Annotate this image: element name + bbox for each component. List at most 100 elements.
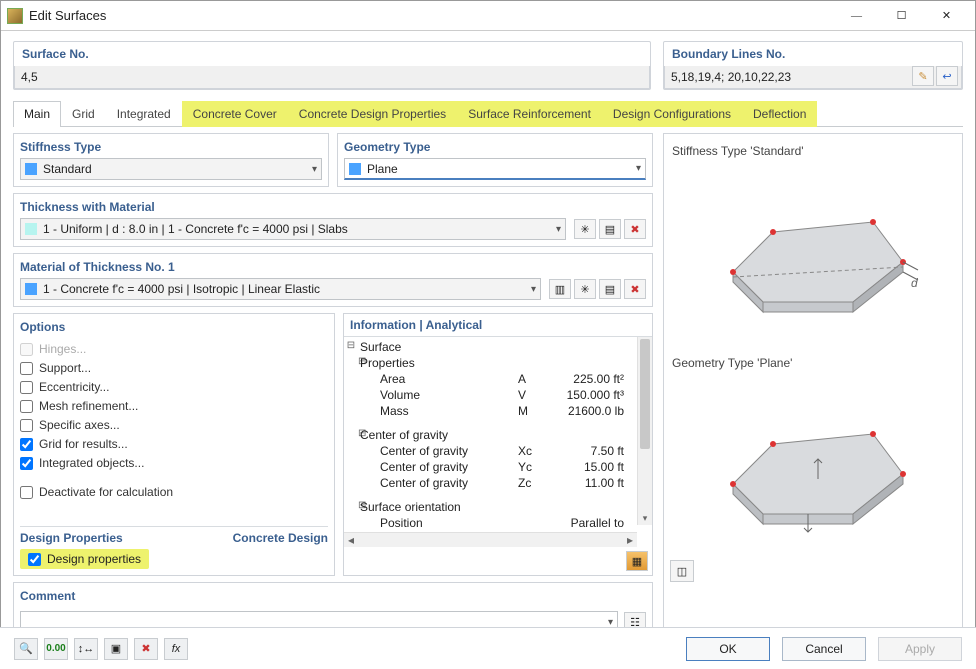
material-swatch-icon — [25, 283, 37, 295]
units-icon[interactable]: 0.00 — [44, 638, 68, 660]
revert-icon[interactable]: ↩ — [936, 66, 958, 86]
info-label: Area — [378, 372, 518, 386]
library-icon[interactable]: ▤ — [599, 219, 621, 239]
preview-settings-icon[interactable]: ◫ — [670, 560, 694, 582]
info-row[interactable]: ⊟Surface orientation — [344, 499, 652, 515]
info-row[interactable]: ⊟Surface — [344, 339, 652, 355]
option-label: Mesh refinement... — [39, 399, 138, 413]
tab-deflection[interactable]: Deflection — [742, 101, 817, 127]
geometry-box: Geometry Type Plane ▾ — [337, 133, 653, 187]
option-checkbox[interactable] — [20, 362, 33, 375]
info-row[interactable]: Center of gravityYc15.00 ft — [344, 459, 652, 475]
tab-grid[interactable]: Grid — [61, 101, 106, 127]
function-icon[interactable]: fx — [164, 638, 188, 660]
info-label: Center of gravity — [358, 428, 518, 442]
material-thickness-box: Material of Thickness No. 1 1 - Concrete… — [13, 253, 653, 307]
tab-surface-reinforcement[interactable]: Surface Reinforcement — [457, 101, 602, 127]
app-icon — [7, 8, 23, 24]
tab-main[interactable]: Main — [13, 101, 61, 127]
option-checkbox[interactable] — [20, 419, 33, 432]
table-icon[interactable]: ▦ — [626, 551, 648, 571]
option-mesh-refinement[interactable]: Mesh refinement... — [20, 399, 328, 413]
geometry-value: Plane — [367, 162, 636, 176]
tab-concrete-design-properties[interactable]: Concrete Design Properties — [288, 101, 457, 127]
geometry-dropdown[interactable]: Plane ▾ — [344, 158, 646, 180]
horizontal-scrollbar[interactable]: ◂▸ — [344, 532, 637, 547]
delete-icon[interactable]: ✖ — [624, 279, 646, 299]
info-row[interactable]: AreaA225.00 ft² — [344, 371, 652, 387]
option-checkbox[interactable] — [20, 438, 33, 451]
option-eccentricity[interactable]: Eccentricity... — [20, 380, 328, 394]
info-value: 150.000 ft³ — [558, 388, 644, 402]
preview-geometry-label: Geometry Type 'Plane' — [670, 352, 956, 374]
information-tree[interactable]: ⊟Surface⊟PropertiesAreaA225.00 ft²Volume… — [344, 337, 652, 547]
options-label: Options — [20, 318, 328, 338]
option-label: Grid for results... — [39, 437, 128, 451]
info-symbol — [518, 428, 558, 442]
vertical-scrollbar[interactable]: ▴ ▾ — [637, 337, 652, 525]
info-symbol: Yc — [518, 460, 558, 474]
option-checkbox[interactable] — [20, 486, 33, 499]
maximize-button[interactable]: ☐ — [879, 2, 924, 30]
option-grid-for-results[interactable]: Grid for results... — [20, 437, 328, 451]
option-support[interactable]: Support... — [20, 361, 328, 375]
surface-number-panel: Surface No. 4,5 — [13, 41, 651, 90]
option-checkbox[interactable] — [20, 381, 33, 394]
option-specific-axes[interactable]: Specific axes... — [20, 418, 328, 432]
stiffness-box: Stiffness Type Standard ▾ — [13, 133, 329, 187]
book-icon[interactable]: ▥ — [549, 279, 571, 299]
thickness-material-label: Thickness with Material — [20, 198, 646, 218]
library-icon[interactable]: ▤ — [599, 279, 621, 299]
expand-icon[interactable]: ⊟ — [344, 428, 358, 442]
new-icon[interactable]: ✳ — [574, 219, 596, 239]
delete-icon[interactable]: ✖ — [624, 219, 646, 239]
tabs: Main Grid Integrated Concrete Cover Conc… — [13, 100, 963, 127]
option-checkbox[interactable] — [20, 400, 33, 413]
material-thickness-dropdown[interactable]: 1 - Concrete f'c = 4000 psi | Isotropic … — [20, 278, 541, 300]
info-row[interactable]: VolumeV150.000 ft³ — [344, 387, 652, 403]
info-row[interactable]: ⊟Center of gravity — [344, 427, 652, 443]
design-properties-checkbox[interactable] — [28, 553, 41, 566]
option-deactivate-for-calculation[interactable]: Deactivate for calculation — [20, 485, 328, 499]
option-hinges: Hinges... — [20, 342, 328, 356]
scroll-down-icon[interactable]: ▾ — [638, 511, 652, 525]
comment-label: Comment — [20, 587, 646, 607]
tab-integrated[interactable]: Integrated — [106, 101, 182, 127]
new-icon[interactable]: ✳ — [574, 279, 596, 299]
scroll-thumb[interactable] — [640, 339, 650, 449]
info-row[interactable]: ⊟Properties — [344, 355, 652, 371]
tool4-icon[interactable]: ▣ — [104, 638, 128, 660]
minimize-button[interactable]: — — [834, 2, 879, 30]
expand-icon[interactable]: ⊟ — [344, 356, 358, 370]
tab-design-configurations[interactable]: Design Configurations — [602, 101, 742, 127]
chevron-down-icon: ▾ — [556, 224, 561, 235]
info-row[interactable]: MassM21600.0 lb — [344, 403, 652, 419]
tab-concrete-cover[interactable]: Concrete Cover — [182, 101, 288, 127]
stiffness-dropdown[interactable]: Standard ▾ — [20, 158, 322, 180]
info-symbol — [518, 356, 558, 370]
pick-lines-icon[interactable]: ✎ — [912, 66, 934, 86]
stiffness-label: Stiffness Type — [20, 138, 322, 158]
info-row[interactable]: Center of gravityXc7.50 ft — [344, 443, 652, 459]
option-integrated-objects[interactable]: Integrated objects... — [20, 456, 328, 470]
expand-icon[interactable]: ⊟ — [344, 340, 358, 354]
close-button[interactable]: ✕ — [924, 2, 969, 30]
info-value: 11.00 ft — [558, 476, 644, 490]
thickness-material-dropdown[interactable]: 1 - Uniform | d : 8.0 in | 1 - Concrete … — [20, 218, 566, 240]
tool5-icon[interactable]: ✖ — [134, 638, 158, 660]
ok-button[interactable]: OK — [686, 637, 770, 661]
surface-number-label: Surface No. — [14, 42, 650, 66]
design-properties-check[interactable]: Design properties — [20, 549, 149, 569]
info-row[interactable]: Center of gravityZc11.00 ft — [344, 475, 652, 491]
design-properties-check-label: Design properties — [47, 552, 141, 566]
expand-icon[interactable]: ⊟ — [344, 500, 358, 514]
option-checkbox[interactable] — [20, 457, 33, 470]
surface-number-value[interactable]: 4,5 — [14, 66, 650, 89]
concrete-design-label: Concrete Design — [233, 531, 328, 545]
option-label: Deactivate for calculation — [39, 485, 173, 499]
cancel-button[interactable]: Cancel — [782, 637, 866, 661]
axes-icon[interactable]: ↕↔ — [74, 638, 98, 660]
info-symbol: Xc — [518, 444, 558, 458]
magnifier-icon[interactable]: 🔍 — [14, 638, 38, 660]
information-box: Information | Analytical ⊟Surface⊟Proper… — [343, 313, 653, 576]
